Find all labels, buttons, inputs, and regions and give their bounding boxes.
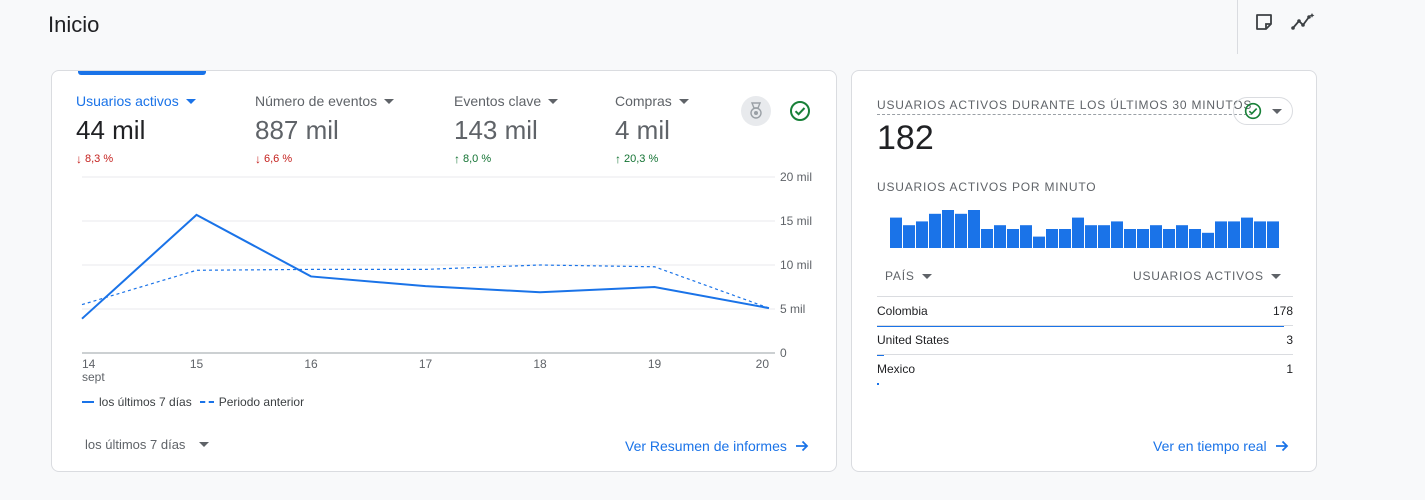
x-tick-label: 15 xyxy=(190,357,204,371)
minute-bar[interactable] xyxy=(1241,217,1253,248)
x-axis-labels: 14 15 16 17 18 19 20 sept xyxy=(82,357,769,384)
x-tick-label: 16 xyxy=(304,357,318,371)
legend-solid-swatch xyxy=(82,401,94,403)
minute-bar[interactable] xyxy=(1033,236,1045,248)
table-row: Colombia 178 xyxy=(877,296,1293,327)
x-tick-label: 19 xyxy=(648,357,662,371)
series-line-current xyxy=(81,213,770,320)
x-tick-label: 14 xyxy=(82,357,96,371)
legend-dashed-swatch xyxy=(199,401,214,403)
minute-bar[interactable] xyxy=(890,217,902,248)
chevron-down-icon xyxy=(921,273,932,279)
minute-bar[interactable] xyxy=(942,210,954,248)
page-title: Inicio xyxy=(48,12,100,37)
x-tick-label: 20 xyxy=(756,357,770,371)
legend-label: los últimos 7 días xyxy=(99,395,192,409)
per-minute-bar-chart xyxy=(890,210,1279,248)
x-tick-sublabel: sept xyxy=(82,370,105,384)
legend-current[interactable]: los últimos 7 días xyxy=(82,395,192,409)
column-header-active-users[interactable]: USUARIOS ACTIVOS xyxy=(1133,269,1281,283)
share-bar xyxy=(877,383,879,385)
top-actions xyxy=(1237,0,1425,54)
legend-previous[interactable]: Periodo anterior xyxy=(199,395,305,409)
legend-label: Periodo anterior xyxy=(218,395,305,409)
minute-bar[interactable] xyxy=(1007,229,1019,248)
minute-bar[interactable] xyxy=(1150,225,1162,248)
x-tick-label: 17 xyxy=(419,357,433,371)
overview-card: Usuarios activos 44 mil ↓ 8,3 % Número de… xyxy=(51,70,837,472)
line-chart: 0 5 mil 10 mil 15 mil 20 mil 14 15 16 17 18 19 20 s… xyxy=(81,170,812,384)
notes-icon[interactable] xyxy=(1252,10,1276,34)
minute-bar[interactable] xyxy=(1124,229,1136,248)
y-tick-label: 5 mil xyxy=(780,302,805,316)
minute-bar[interactable] xyxy=(1111,221,1123,248)
minute-bar[interactable] xyxy=(968,210,980,248)
minute-bar[interactable] xyxy=(981,229,993,248)
minute-bar[interactable] xyxy=(929,213,941,248)
minute-bar[interactable] xyxy=(1228,221,1240,248)
chevron-down-icon xyxy=(1270,273,1281,279)
x-tick-label: 18 xyxy=(533,357,547,371)
minute-bar[interactable] xyxy=(1137,229,1149,248)
y-tick-label: 10 mil xyxy=(780,258,812,272)
country-users: 3 xyxy=(1286,333,1293,347)
country-name: Colombia xyxy=(877,304,928,318)
chart-grid xyxy=(82,176,775,354)
minute-bar[interactable] xyxy=(1072,217,1084,248)
date-range-label: los últimos 7 días xyxy=(85,437,186,452)
minute-bar[interactable] xyxy=(1215,221,1227,248)
minute-bar[interactable] xyxy=(1098,225,1110,248)
view-reports-link[interactable]: Ver Resumen de informes xyxy=(625,438,809,454)
y-axis-labels: 0 5 mil 10 mil 15 mil 20 mil xyxy=(780,170,812,360)
minute-bar[interactable] xyxy=(1163,229,1175,248)
minute-bar[interactable] xyxy=(1176,225,1188,248)
minute-bar[interactable] xyxy=(1046,229,1058,248)
arrow-right-icon xyxy=(795,440,809,452)
country-users: 1 xyxy=(1286,362,1293,376)
y-tick-label: 20 mil xyxy=(780,170,812,184)
chart-legend: los últimos 7 días Periodo anterior xyxy=(82,395,304,409)
minute-bar[interactable] xyxy=(1085,225,1097,248)
minute-bar[interactable] xyxy=(1020,225,1032,248)
minute-bar[interactable] xyxy=(1202,232,1214,248)
minute-bar[interactable] xyxy=(903,225,915,248)
date-range-select[interactable]: los últimos 7 días xyxy=(85,437,210,452)
y-tick-label: 0 xyxy=(780,346,787,360)
minute-bar[interactable] xyxy=(1059,229,1071,248)
chart-series xyxy=(81,213,770,320)
link-label: Ver en tiempo real xyxy=(1153,438,1267,454)
view-realtime-link[interactable]: Ver en tiempo real xyxy=(1153,438,1289,454)
minute-bar[interactable] xyxy=(1189,229,1201,248)
minute-bar[interactable] xyxy=(994,225,1006,248)
chevron-down-icon xyxy=(199,442,210,447)
country-name: United States xyxy=(877,333,950,347)
minute-bar[interactable] xyxy=(916,221,928,248)
country-users: 178 xyxy=(1272,304,1293,318)
minute-bar[interactable] xyxy=(1267,221,1279,248)
arrow-right-icon xyxy=(1275,440,1288,452)
table-row: United States 3 xyxy=(877,325,1293,356)
link-label: Ver Resumen de informes xyxy=(625,438,787,454)
realtime-card: USUARIOS ACTIVOS DURANTE LOS ÚLTIMOS 30 … xyxy=(851,70,1317,472)
insights-icon[interactable] xyxy=(1291,10,1315,34)
country-name: Mexico xyxy=(877,362,916,376)
minute-bar[interactable] xyxy=(1254,221,1266,248)
y-tick-label: 15 mil xyxy=(780,214,812,228)
minute-bar[interactable] xyxy=(955,213,967,248)
column-header-country[interactable]: PAÍS xyxy=(885,269,932,283)
table-row: Mexico 1 xyxy=(877,354,1293,385)
